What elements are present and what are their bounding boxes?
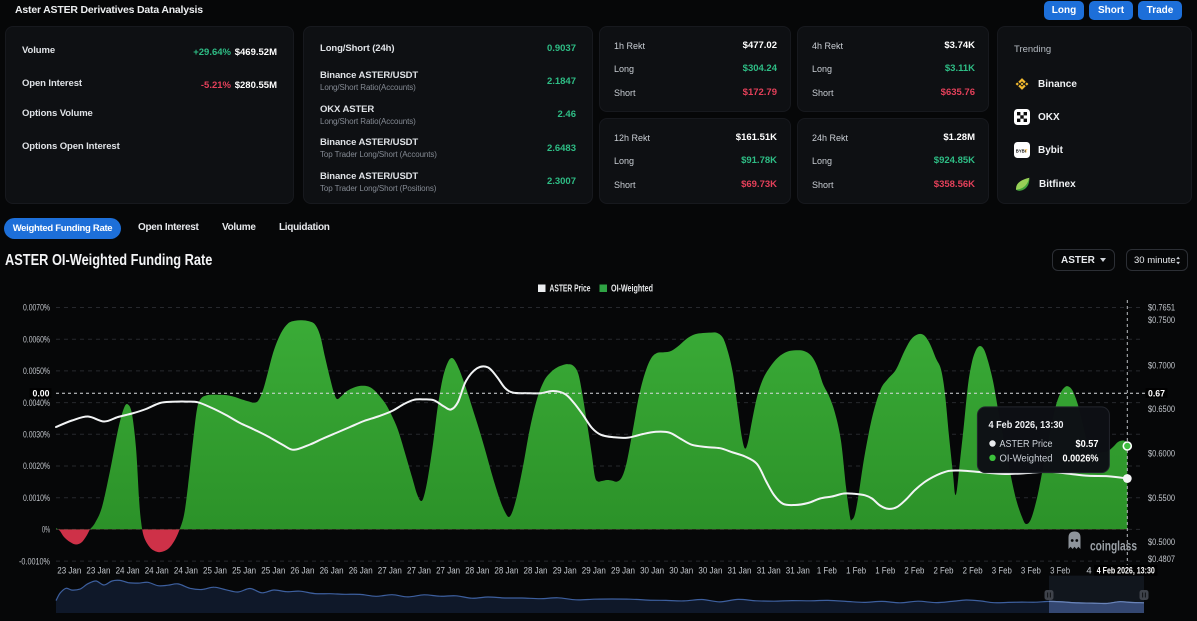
svg-text:29 Jan: 29 Jan bbox=[582, 565, 606, 576]
svg-text:0.0070%: 0.0070% bbox=[23, 303, 50, 314]
svg-text:23 Jan: 23 Jan bbox=[57, 565, 81, 576]
svg-text:28 Jan: 28 Jan bbox=[465, 565, 489, 576]
svg-text:26 Jan: 26 Jan bbox=[320, 565, 344, 576]
svg-text:2 Feb: 2 Feb bbox=[934, 565, 954, 576]
svg-text:26 Jan: 26 Jan bbox=[290, 565, 314, 576]
svg-text:$0.6500: $0.6500 bbox=[1148, 404, 1175, 415]
svg-text:$0.57: $0.57 bbox=[1076, 438, 1099, 450]
svg-text:3 Feb: 3 Feb bbox=[992, 565, 1012, 576]
svg-text:3 Feb: 3 Feb bbox=[1050, 565, 1070, 576]
svg-text:coinglass: coinglass bbox=[1090, 539, 1137, 554]
svg-text:OI-Weighted: OI-Weighted bbox=[611, 284, 653, 295]
svg-text:-0.0010%: -0.0010% bbox=[19, 556, 50, 567]
svg-text:1 Feb: 1 Feb bbox=[817, 565, 837, 576]
svg-text:24 Jan: 24 Jan bbox=[174, 565, 198, 576]
svg-text:1 Feb: 1 Feb bbox=[875, 565, 895, 576]
svg-text:31 Jan: 31 Jan bbox=[728, 565, 752, 576]
svg-text:27 Jan: 27 Jan bbox=[378, 565, 402, 576]
svg-text:0.0030%: 0.0030% bbox=[23, 430, 50, 441]
svg-text:$0.5500: $0.5500 bbox=[1148, 493, 1175, 504]
svg-text:25 Jan: 25 Jan bbox=[261, 565, 285, 576]
svg-text:0.00: 0.00 bbox=[33, 388, 50, 399]
svg-text:ASTER Price: ASTER Price bbox=[550, 284, 591, 295]
svg-text:24 Jan: 24 Jan bbox=[145, 565, 169, 576]
svg-text:0.0026%: 0.0026% bbox=[1063, 453, 1100, 465]
svg-text:2 Feb: 2 Feb bbox=[904, 565, 924, 576]
svg-text:$0.7651: $0.7651 bbox=[1148, 303, 1175, 314]
svg-text:0.0020%: 0.0020% bbox=[23, 461, 50, 472]
svg-text:31 Jan: 31 Jan bbox=[786, 565, 810, 576]
svg-text:0%: 0% bbox=[42, 525, 50, 536]
svg-text:28 Jan: 28 Jan bbox=[524, 565, 548, 576]
svg-text:0.0050%: 0.0050% bbox=[23, 366, 50, 377]
svg-text:27 Jan: 27 Jan bbox=[436, 565, 460, 576]
svg-text:ASTER Price: ASTER Price bbox=[1000, 439, 1053, 450]
svg-text:23 Jan: 23 Jan bbox=[86, 565, 110, 576]
svg-text:2 Feb: 2 Feb bbox=[963, 565, 983, 576]
svg-text:29 Jan: 29 Jan bbox=[611, 565, 635, 576]
svg-text:30 Jan: 30 Jan bbox=[640, 565, 664, 576]
svg-text:28 Jan: 28 Jan bbox=[494, 565, 518, 576]
svg-text:4: 4 bbox=[1086, 565, 1091, 576]
svg-text:OI-Weighted: OI-Weighted bbox=[1000, 454, 1053, 465]
svg-text:4 Feb 2026, 13:30: 4 Feb 2026, 13:30 bbox=[1097, 565, 1155, 576]
svg-text:4 Feb 2026, 13:30: 4 Feb 2026, 13:30 bbox=[989, 419, 1064, 431]
svg-text:1 Feb: 1 Feb bbox=[846, 565, 866, 576]
svg-text:$0.7500: $0.7500 bbox=[1148, 315, 1175, 326]
svg-text:27 Jan: 27 Jan bbox=[407, 565, 431, 576]
svg-text:30 Jan: 30 Jan bbox=[669, 565, 693, 576]
svg-text:25 Jan: 25 Jan bbox=[232, 565, 256, 576]
svg-text:25 Jan: 25 Jan bbox=[203, 565, 227, 576]
svg-text:0.0010%: 0.0010% bbox=[23, 493, 50, 504]
svg-text:$0.5000: $0.5000 bbox=[1148, 537, 1175, 548]
svg-text:31 Jan: 31 Jan bbox=[757, 565, 781, 576]
svg-text:26 Jan: 26 Jan bbox=[349, 565, 373, 576]
svg-text:0.0060%: 0.0060% bbox=[23, 334, 50, 345]
svg-text:3 Feb: 3 Feb bbox=[1021, 565, 1041, 576]
svg-text:$0.6000: $0.6000 bbox=[1148, 449, 1175, 460]
svg-text:30 Jan: 30 Jan bbox=[698, 565, 722, 576]
svg-text:24 Jan: 24 Jan bbox=[116, 565, 140, 576]
svg-text:$0.7000: $0.7000 bbox=[1148, 361, 1175, 372]
svg-text:29 Jan: 29 Jan bbox=[553, 565, 577, 576]
svg-text:0.0040%: 0.0040% bbox=[23, 398, 50, 409]
svg-text:$0.4807: $0.4807 bbox=[1148, 554, 1175, 565]
svg-text:0.67: 0.67 bbox=[1148, 388, 1165, 399]
